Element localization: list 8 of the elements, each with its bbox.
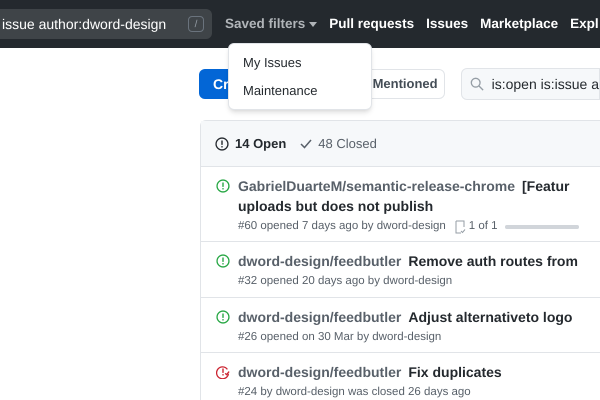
task-progress-text: 1 of 1 [468, 219, 498, 234]
issue-meta: #60 opened 7 days ago by dword-design [238, 219, 446, 234]
keyboard-shortcut-key: / [188, 16, 204, 32]
search-value: issue author:dword-design [2, 14, 166, 34]
filter-search-value: is:open is:issue a [492, 74, 599, 94]
issue-meta: #26 opened on 30 Mar by dword-design [238, 330, 442, 344]
issue-meta: #32 opened 20 days ago by dword-design [238, 274, 452, 290]
issue-meta: #24 by dword-design was closed 26 days ago [238, 384, 471, 400]
